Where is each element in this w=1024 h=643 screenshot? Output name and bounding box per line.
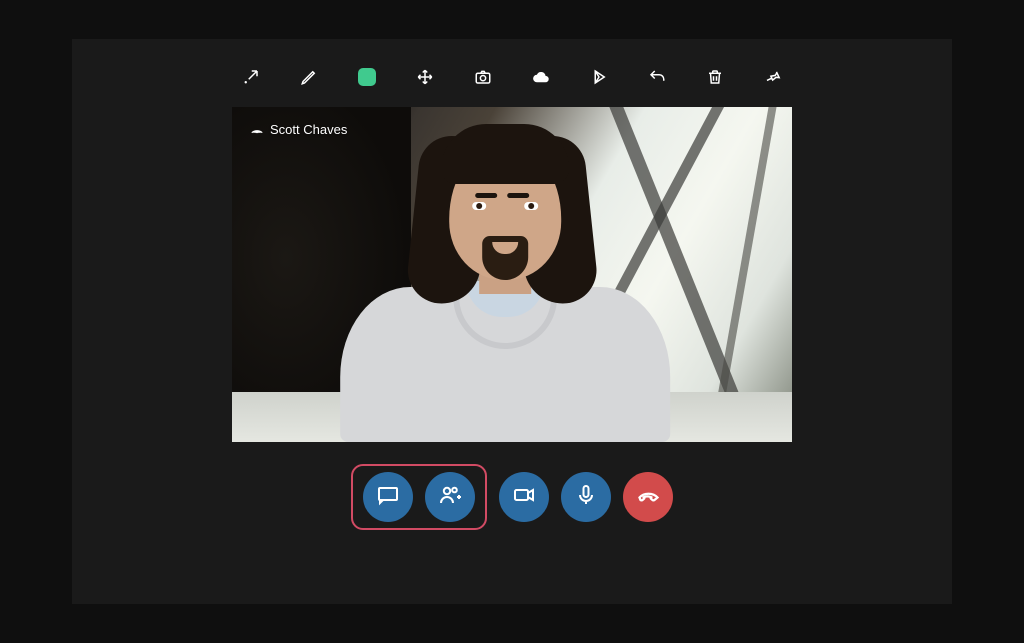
add-participant-button[interactable] bbox=[425, 472, 475, 522]
chat-button[interactable] bbox=[363, 472, 413, 522]
participant-video: Scott Chaves bbox=[232, 107, 792, 442]
shape-icon[interactable] bbox=[357, 67, 377, 87]
video-icon bbox=[512, 483, 536, 512]
play-icon[interactable] bbox=[589, 67, 609, 87]
microphone-button[interactable] bbox=[561, 472, 611, 522]
move-icon[interactable] bbox=[415, 67, 435, 87]
microphone-icon bbox=[574, 483, 598, 512]
pin-icon[interactable] bbox=[763, 67, 783, 87]
call-controls bbox=[351, 464, 673, 530]
annotation-toolbar bbox=[72, 39, 952, 99]
hangup-button[interactable] bbox=[623, 472, 673, 522]
camera-icon[interactable] bbox=[473, 67, 493, 87]
participant-name-text: Scott Chaves bbox=[270, 122, 347, 137]
video-button[interactable] bbox=[499, 472, 549, 522]
signal-icon bbox=[250, 121, 264, 138]
minimize-icon[interactable] bbox=[241, 67, 261, 87]
highlighted-control-group bbox=[351, 464, 487, 530]
participant-name-overlay: Scott Chaves bbox=[250, 121, 347, 138]
pencil-icon[interactable] bbox=[299, 67, 319, 87]
hangup-icon bbox=[636, 483, 660, 512]
participant-figure bbox=[335, 152, 675, 442]
chat-icon bbox=[376, 483, 400, 512]
undo-icon[interactable] bbox=[647, 67, 667, 87]
cloud-icon[interactable] bbox=[531, 67, 551, 87]
video-call-window: Scott Chaves bbox=[72, 39, 952, 604]
trash-icon[interactable] bbox=[705, 67, 725, 87]
people-plus-icon bbox=[438, 483, 462, 512]
